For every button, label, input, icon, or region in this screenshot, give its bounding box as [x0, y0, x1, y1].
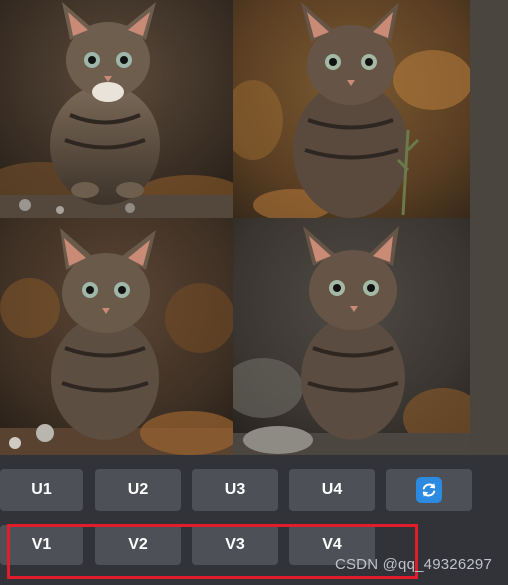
upscale-button-3-label: U3 — [224, 481, 246, 498]
watermark: CSDN @qq_49326297 — [334, 556, 492, 573]
kitten-image-4 — [233, 218, 470, 455]
image-tile-3[interactable] — [0, 218, 233, 455]
upscale-button-4-label: U4 — [321, 481, 343, 498]
kitten-image-1 — [0, 0, 233, 218]
refresh-icon-glyph — [422, 483, 436, 497]
refresh-icon — [416, 477, 442, 503]
reroll-button[interactable] — [386, 469, 472, 511]
variation-button-4-label: V4 — [322, 536, 342, 553]
midjourney-result-panel: U1 U2 U3 U4 V1 V2 V3 V4 CSDN @qq_4932629… — [0, 0, 508, 585]
upscale-button-2-label: U2 — [127, 481, 149, 498]
variation-button-2-label: V2 — [128, 536, 148, 553]
variation-button-3-label: V3 — [225, 536, 245, 553]
image-tile-4[interactable] — [233, 218, 470, 455]
upscale-button-1[interactable]: U1 — [0, 469, 83, 511]
image-grid — [0, 0, 470, 455]
upscale-button-1-label: U1 — [31, 481, 52, 498]
variation-button-3[interactable]: V3 — [192, 525, 278, 565]
kitten-image-3 — [0, 218, 233, 455]
variation-button-2[interactable]: V2 — [95, 525, 181, 565]
kitten-image-2 — [233, 0, 470, 218]
image-edge-strip — [470, 0, 508, 455]
image-tile-1[interactable] — [0, 0, 233, 218]
upscale-button-3[interactable]: U3 — [192, 469, 278, 511]
upscale-button-4[interactable]: U4 — [289, 469, 375, 511]
variation-button-1-label: V1 — [31, 536, 52, 553]
upscale-button-2[interactable]: U2 — [95, 469, 181, 511]
image-tile-2[interactable] — [233, 0, 470, 218]
variation-button-1[interactable]: V1 — [0, 525, 83, 565]
